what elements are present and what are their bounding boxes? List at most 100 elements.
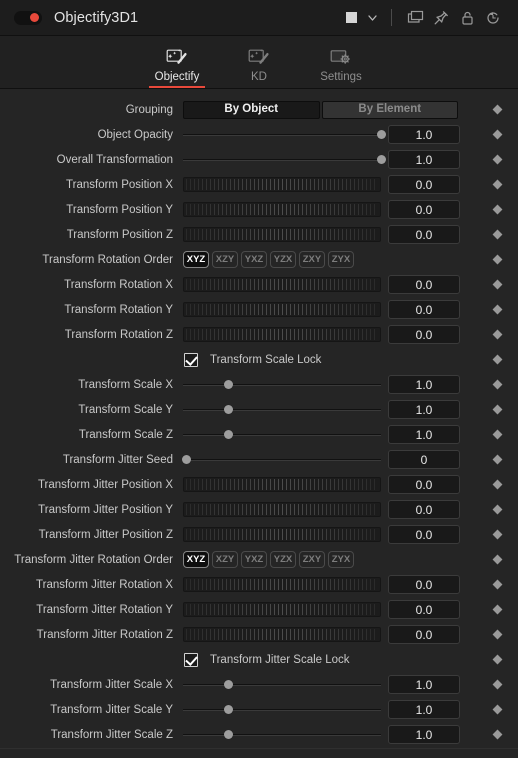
keyframe-marker-transform-jitter-rotation-order[interactable] [476, 554, 518, 565]
value-input-transform-rotation-z[interactable]: 0.0 [388, 325, 460, 344]
keyframe-marker-object-opacity[interactable] [476, 129, 518, 140]
value-input-transform-jitter-scale-z[interactable]: 1.0 [388, 725, 460, 744]
value-input-transform-scale-z[interactable]: 1.0 [388, 425, 460, 444]
value-input-transform-scale-x[interactable]: 1.0 [388, 375, 460, 394]
thumbwheel-transform-jitter-rotation-x[interactable] [183, 577, 381, 592]
slider-transform-jitter-seed[interactable] [182, 447, 381, 472]
rotation-order-button-yxz[interactable]: YXZ [241, 551, 267, 568]
keyframe-marker-transform-jitter-scale-y[interactable] [476, 704, 518, 715]
duplicate-icon[interactable] [402, 6, 428, 30]
slider-handle[interactable] [224, 705, 234, 714]
value-input-transform-position-z[interactable]: 0.0 [388, 225, 460, 244]
slider-transform-scale-y[interactable] [183, 397, 381, 422]
tab-kd[interactable]: KD [228, 37, 290, 88]
value-input-transform-position-y[interactable]: 0.0 [388, 200, 460, 219]
slider-overall-transformation[interactable] [183, 147, 386, 172]
rotation-order-button-yxz[interactable]: YXZ [241, 251, 267, 268]
keyframe-marker-transform-position-y[interactable] [476, 204, 518, 215]
rotation-order-button-xyz[interactable]: XYZ [183, 551, 209, 568]
keyframe-marker-transform-jitter-scale-lock[interactable] [476, 654, 518, 665]
keyframe-marker-transform-jitter-position-z[interactable] [476, 529, 518, 540]
keyframe-marker-transform-jitter-rotation-y[interactable] [476, 604, 518, 615]
keyframe-marker-transform-position-x[interactable] [476, 179, 518, 190]
value-input-overall-transformation[interactable]: 1.0 [388, 150, 460, 169]
segment-button-by-object[interactable]: By Object [183, 100, 320, 119]
keyframe-marker-transform-scale-lock[interactable] [476, 354, 518, 365]
rotation-order-button-zyx[interactable]: ZYX [328, 551, 354, 568]
thumbwheel-transform-jitter-position-y[interactable] [183, 502, 381, 517]
rotation-order-button-xzy[interactable]: XZY [212, 251, 238, 268]
keyframe-marker-transform-scale-y[interactable] [476, 404, 518, 415]
tab-settings[interactable]: Settings [310, 37, 372, 88]
pin-icon[interactable] [428, 6, 454, 30]
slider-transform-scale-x[interactable] [183, 372, 381, 397]
rotation-order-button-zyx[interactable]: ZYX [328, 251, 354, 268]
node-color-swatch[interactable] [346, 12, 357, 23]
keyframe-marker-transform-rotation-z[interactable] [476, 329, 518, 340]
lock-icon[interactable] [454, 6, 480, 30]
slider-transform-jitter-scale-z[interactable] [183, 722, 381, 747]
value-input-transform-jitter-position-y[interactable]: 0.0 [388, 500, 460, 519]
slider-handle[interactable] [224, 380, 234, 389]
value-input-object-opacity[interactable]: 1.0 [388, 125, 460, 144]
rotation-order-button-zxy[interactable]: ZXY [299, 251, 325, 268]
slider-transform-jitter-scale-y[interactable] [183, 697, 381, 722]
slider-handle[interactable] [224, 430, 234, 439]
segment-button-by-element[interactable]: By Element [321, 100, 458, 119]
keyframe-marker-transform-jitter-scale-x[interactable] [476, 679, 518, 690]
rotation-order-button-zxy[interactable]: ZXY [299, 551, 325, 568]
slider-transform-scale-z[interactable] [183, 422, 381, 447]
thumbwheel-transform-rotation-y[interactable] [183, 302, 381, 317]
value-input-transform-scale-y[interactable]: 1.0 [388, 400, 460, 419]
value-input-transform-position-x[interactable]: 0.0 [388, 175, 460, 194]
keyframe-marker-transform-rotation-x[interactable] [476, 279, 518, 290]
rotation-order-button-xyz[interactable]: XYZ [183, 251, 209, 268]
value-input-transform-jitter-scale-x[interactable]: 1.0 [388, 675, 460, 694]
node-enable-toggle[interactable] [14, 10, 42, 25]
value-input-transform-jitter-scale-y[interactable]: 1.0 [388, 700, 460, 719]
keyframe-marker-transform-jitter-scale-z[interactable] [476, 729, 518, 740]
slider-handle[interactable] [224, 405, 234, 414]
keyframe-marker-overall-transformation[interactable] [476, 154, 518, 165]
keyframe-marker-transform-rotation-y[interactable] [476, 304, 518, 315]
value-input-transform-jitter-position-x[interactable]: 0.0 [388, 475, 460, 494]
thumbwheel-transform-rotation-x[interactable] [183, 277, 381, 292]
slider-handle[interactable] [182, 455, 192, 464]
value-input-transform-jitter-seed[interactable]: 0 [388, 450, 460, 469]
thumbwheel-transform-jitter-rotation-z[interactable] [183, 627, 381, 642]
thumbwheel-transform-position-x[interactable] [183, 177, 381, 192]
thumbwheel-transform-jitter-position-x[interactable] [183, 477, 381, 492]
checkbox-transform-scale-lock[interactable] [184, 352, 198, 367]
slider-transform-jitter-scale-x[interactable] [183, 672, 381, 697]
value-input-transform-rotation-y[interactable]: 0.0 [388, 300, 460, 319]
checkbox-transform-jitter-scale-lock[interactable] [184, 652, 198, 667]
reset-history-icon[interactable] [480, 6, 506, 30]
slider-handle[interactable] [224, 730, 234, 739]
value-input-transform-jitter-rotation-y[interactable]: 0.0 [388, 600, 460, 619]
keyframe-marker-grouping[interactable] [476, 104, 518, 115]
keyframe-marker-transform-rotation-order[interactable] [476, 254, 518, 265]
rotation-order-button-xzy[interactable]: XZY [212, 551, 238, 568]
value-input-transform-jitter-position-z[interactable]: 0.0 [388, 525, 460, 544]
rotation-order-button-yzx[interactable]: YZX [270, 251, 296, 268]
thumbwheel-transform-rotation-z[interactable] [183, 327, 381, 342]
keyframe-marker-transform-jitter-position-x[interactable] [476, 479, 518, 490]
rotation-order-button-yzx[interactable]: YZX [270, 551, 296, 568]
slider-object-opacity[interactable] [183, 122, 386, 147]
slider-handle[interactable] [376, 130, 386, 139]
keyframe-marker-transform-jitter-rotation-x[interactable] [476, 579, 518, 590]
keyframe-marker-transform-position-z[interactable] [476, 229, 518, 240]
tab-objectify[interactable]: Objectify [146, 37, 208, 88]
keyframe-marker-transform-jitter-seed[interactable] [476, 454, 518, 465]
thumbwheel-transform-jitter-position-z[interactable] [183, 527, 381, 542]
keyframe-marker-transform-jitter-position-y[interactable] [476, 504, 518, 515]
slider-handle[interactable] [376, 155, 386, 164]
keyframe-marker-transform-scale-x[interactable] [476, 379, 518, 390]
keyframe-marker-transform-scale-z[interactable] [476, 429, 518, 440]
thumbwheel-transform-position-z[interactable] [183, 227, 381, 242]
chevron-down-icon[interactable] [364, 10, 380, 26]
thumbwheel-transform-jitter-rotation-y[interactable] [183, 602, 381, 617]
keyframe-marker-transform-jitter-rotation-z[interactable] [476, 629, 518, 640]
value-input-transform-jitter-rotation-z[interactable]: 0.0 [388, 625, 460, 644]
checkbox-row-transform-scale-lock[interactable]: Transform Scale Lock [183, 347, 321, 372]
